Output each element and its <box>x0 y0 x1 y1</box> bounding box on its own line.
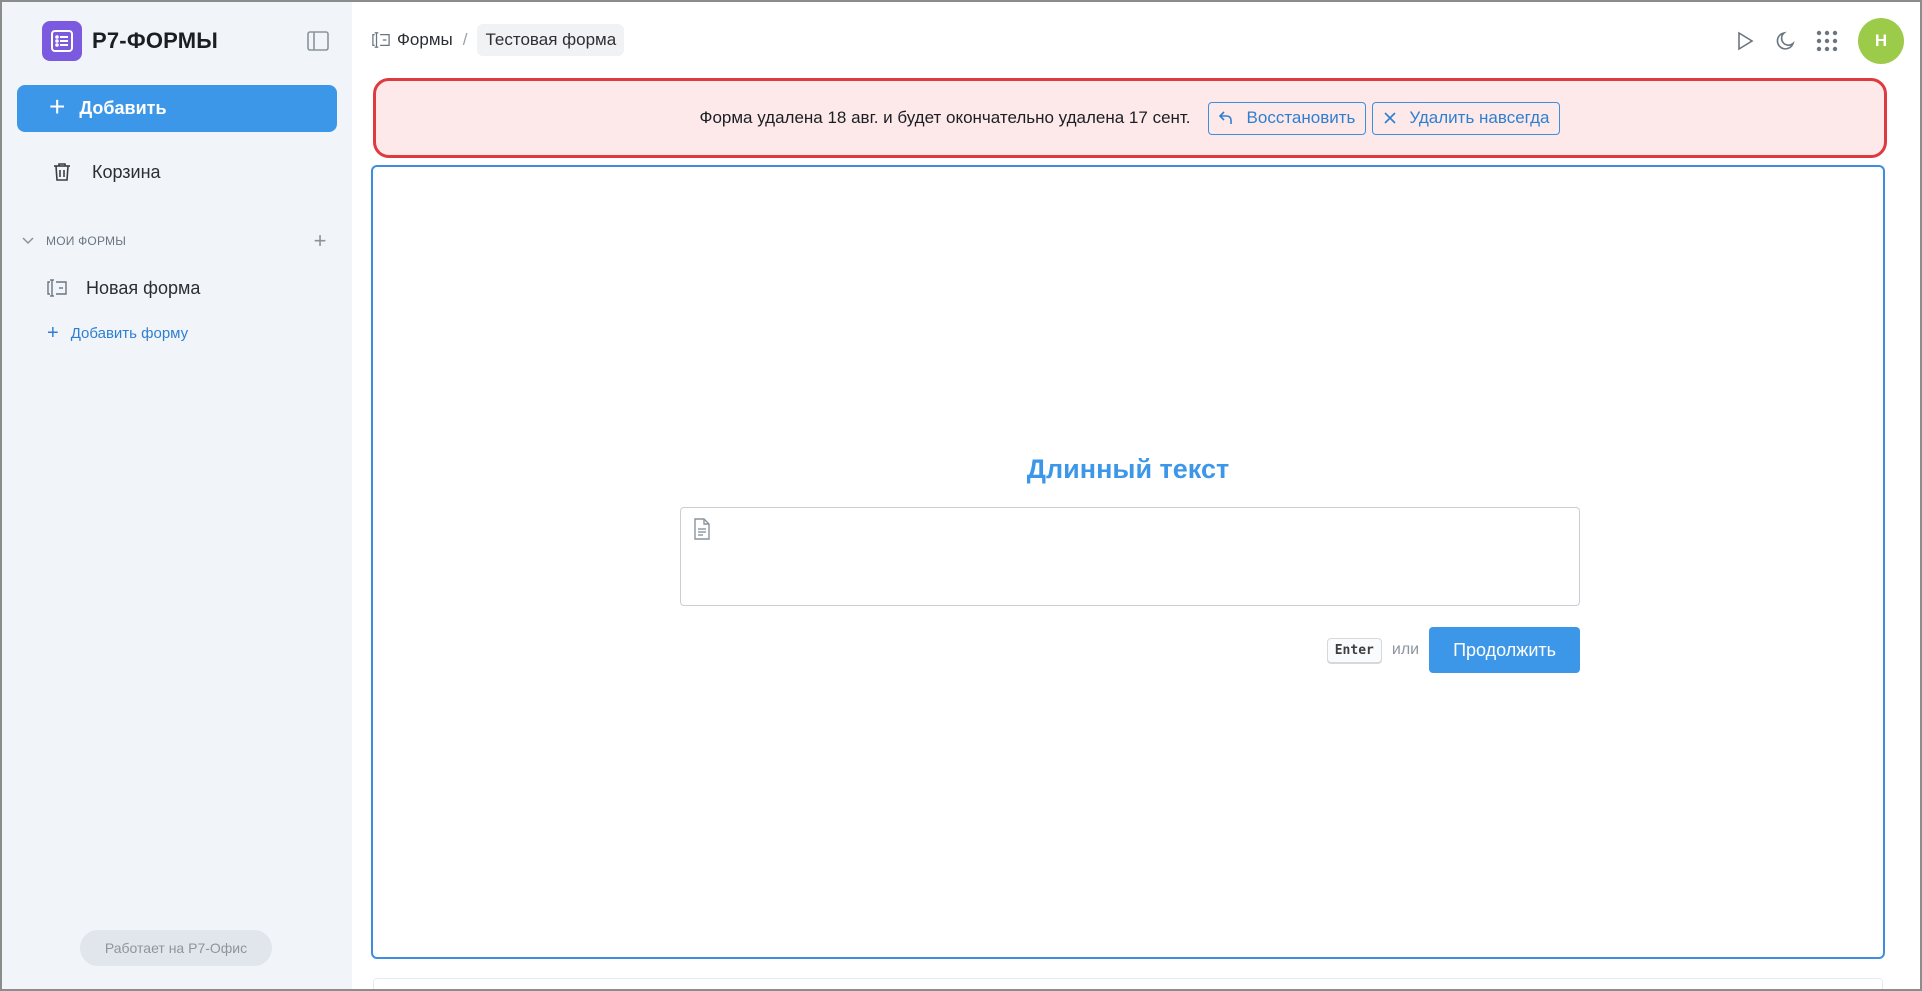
sidebar-item-form[interactable]: Новая форма <box>46 272 200 304</box>
sidebar-collapse-button[interactable] <box>306 29 330 53</box>
breadcrumb-current[interactable]: Тестовая форма <box>477 24 625 56</box>
breadcrumb-separator: / <box>462 30 468 49</box>
sidebar-toggle-icon <box>307 31 329 51</box>
moon-icon <box>1776 31 1795 50</box>
breadcrumb: Формы / Тестовая форма <box>371 24 625 56</box>
breadcrumb-root-label: Формы <box>397 30 453 49</box>
sidebar-item-label: Корзина <box>92 161 161 182</box>
plus-icon: + <box>47 322 59 344</box>
play-icon <box>1738 31 1754 51</box>
continue-button[interactable]: Продолжить <box>1429 627 1580 673</box>
section-title: МОИ ФОРМЫ <box>46 234 127 248</box>
delete-forever-button-label: Удалить навсегда <box>1409 108 1550 127</box>
add-form-link[interactable]: + Добавить форму <box>47 321 188 345</box>
sidebar: Р7-ФОРМЫ + Добавить Корзина МОИ ФОРМЫ + <box>0 0 352 991</box>
form-icon <box>372 32 390 48</box>
undo-icon <box>1218 111 1235 125</box>
add-button-label: Добавить <box>79 98 167 118</box>
delete-forever-button[interactable]: Удалить навсегда <box>1372 101 1561 135</box>
apps-button[interactable] <box>1813 27 1841 55</box>
my-forms-section-header: МОИ ФОРМЫ + <box>20 228 332 253</box>
restore-button[interactable]: Восстановить <box>1207 101 1367 135</box>
top-actions: Н <box>1731 18 1904 64</box>
add-section-form-button[interactable]: + <box>308 228 332 253</box>
chevron-down-icon[interactable] <box>20 233 36 249</box>
add-button[interactable]: + Добавить <box>17 85 337 132</box>
sidebar-item-label: Новая форма <box>86 277 201 298</box>
apps-grid-icon <box>1816 30 1838 52</box>
preview-button[interactable] <box>1731 27 1759 55</box>
form-icon <box>47 279 67 297</box>
deleted-form-alert: Форма удалена 18 авг. и будет окончатель… <box>373 78 1887 158</box>
question-title: Длинный текст <box>1026 454 1230 484</box>
trash-icon <box>54 163 70 181</box>
forms-logo-icon <box>42 21 82 61</box>
brand-name: Р7-ФОРМЫ <box>92 28 218 53</box>
avatar[interactable]: Н <box>1858 18 1904 64</box>
document-icon <box>693 518 711 545</box>
alert-message: Форма удалена 18 авг. и будет окончатель… <box>699 108 1191 127</box>
form-preview: Длинный текст Enter или Продолжить <box>371 165 1885 959</box>
brand[interactable]: Р7-ФОРМЫ <box>42 21 218 61</box>
long-text-input[interactable] <box>680 507 1580 606</box>
theme-toggle-button[interactable] <box>1772 27 1800 55</box>
question-footer: Enter или Продолжить <box>373 627 1580 673</box>
close-icon <box>1383 111 1397 125</box>
restore-button-label: Восстановить <box>1246 108 1356 127</box>
enter-key-hint: Enter <box>1326 637 1382 663</box>
breadcrumb-root[interactable]: Формы <box>371 30 453 50</box>
add-form-label: Добавить форму <box>70 324 189 342</box>
powered-by-badge[interactable]: Работает на Р7-Офис <box>80 930 272 966</box>
or-label: или <box>1391 641 1420 658</box>
sidebar-item-trash[interactable]: Корзина <box>17 152 337 192</box>
next-section-edge <box>373 978 1883 991</box>
plus-icon: + <box>49 91 66 122</box>
